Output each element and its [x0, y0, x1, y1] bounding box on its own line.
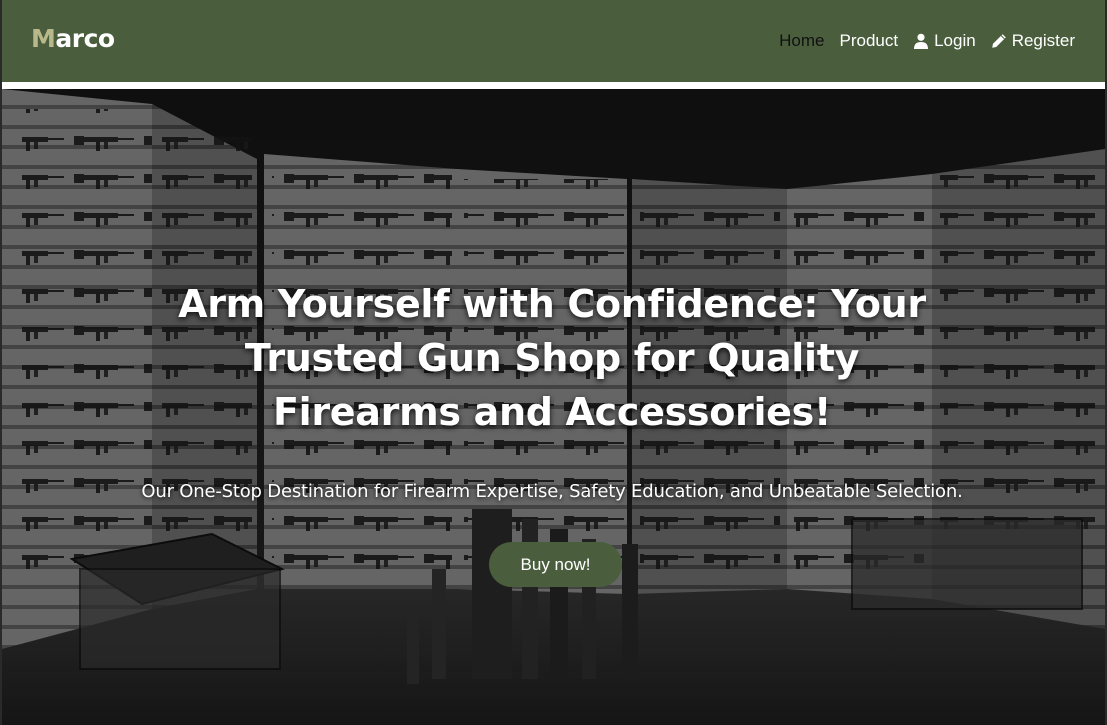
nav-label-home: Home: [779, 31, 825, 50]
nav-label-login: Login: [934, 31, 976, 50]
brand-name-rest: arco: [55, 24, 115, 53]
nav-link-register[interactable]: Register: [991, 30, 1075, 52]
page: Marco Home Product Login Register Arm Yo…: [0, 0, 1107, 725]
buy-now-button[interactable]: Buy now!: [489, 542, 622, 587]
nav-label-register: Register: [1011, 31, 1075, 50]
hero-title: Arm Yourself with Confidence: Your Trust…: [178, 282, 926, 434]
hero-subtitle: Our One-Stop Destination for Firearm Exp…: [141, 481, 963, 502]
pencil-icon: [991, 33, 1007, 49]
nav-label-product: Product: [839, 31, 899, 50]
brand-logo[interactable]: Marco: [31, 24, 115, 53]
nav-link-product[interactable]: Product: [839, 30, 898, 52]
user-icon: [913, 33, 929, 49]
navbar-divider: [2, 82, 1105, 89]
main-nav: Home Product Login Register: [779, 30, 1075, 52]
navbar: Marco Home Product Login Register: [2, 0, 1105, 82]
nav-link-login[interactable]: Login: [913, 30, 976, 52]
brand-initial: M: [31, 24, 56, 53]
nav-link-home[interactable]: Home: [779, 30, 824, 52]
hero-section: Arm Yourself with Confidence: Your Trust…: [2, 89, 1105, 725]
